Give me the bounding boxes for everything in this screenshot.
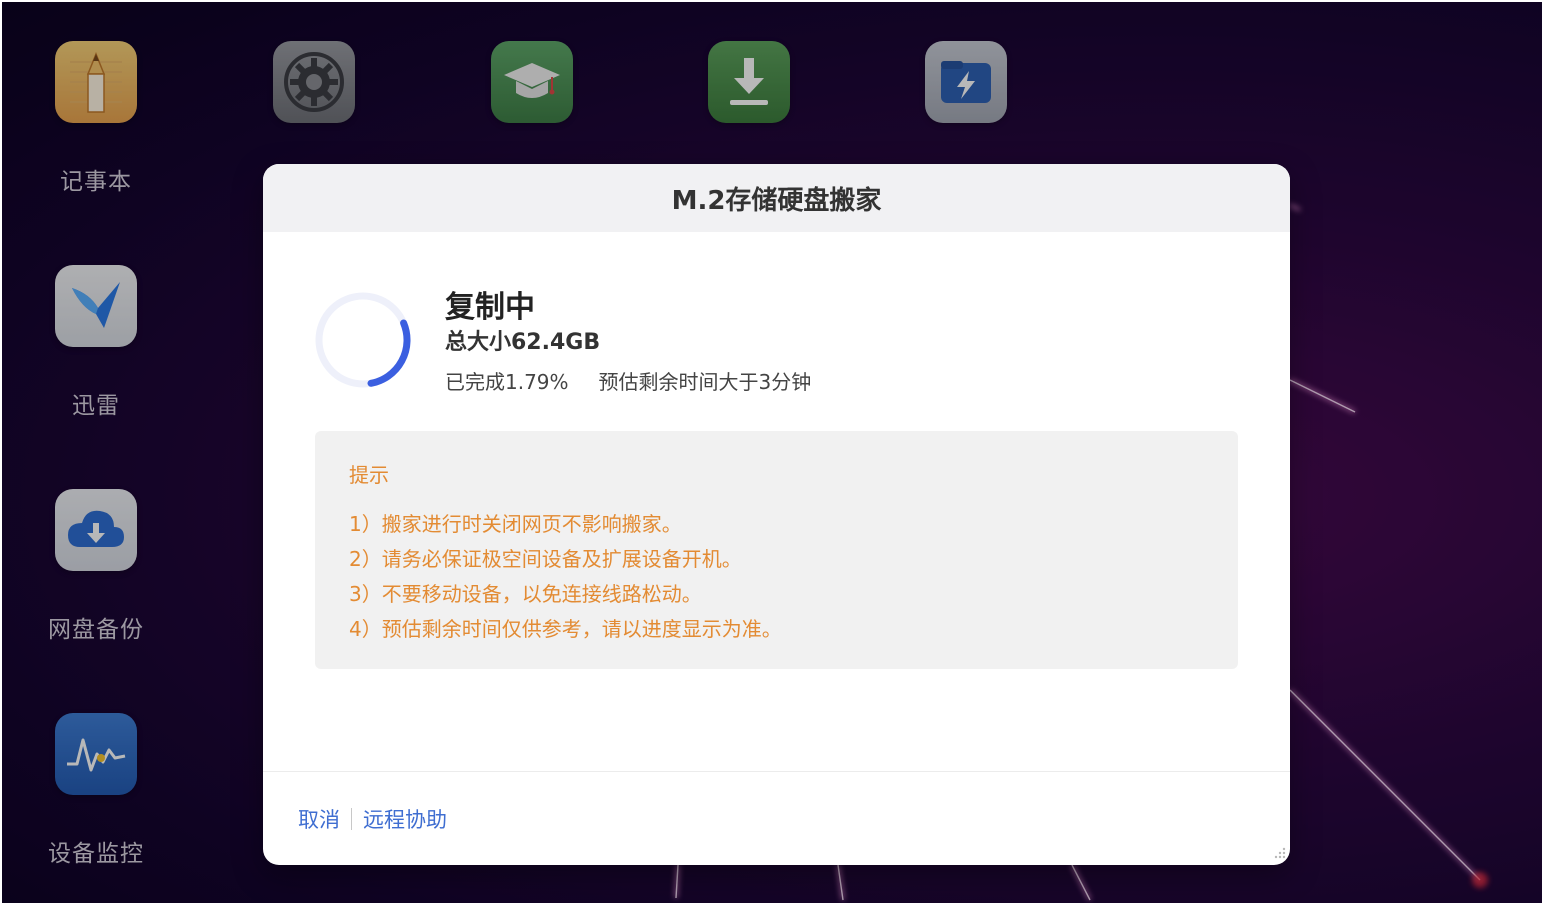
tips-list: 1）搬家进行时关闭网页不影响搬家。 2）请务必保证极空间设备及扩展设备开机。 3… [349,507,782,647]
tips-panel: 提示 1）搬家进行时关闭网页不影响搬家。 2）请务必保证极空间设备及扩展设备开机… [315,431,1238,669]
completed-percent: 已完成1.79% [445,370,569,394]
footer-separator [351,808,352,830]
dialog-title: M.2存储硬盘搬家 [671,185,882,216]
progress-info: 已完成1.79% 预估剩余时间大于3分钟 [445,366,811,395]
tip-item: 3）不要移动设备，以免连接线路松动。 [349,582,702,606]
cancel-button[interactable]: 取消 [298,804,340,834]
tip-item: 4）预估剩余时间仅供参考，请以进度显示为准。 [349,617,782,641]
m2-migration-dialog: M.2存储硬盘搬家 复制中 总大小62.4GB 已完成1.79% 预估剩余时间大于… [263,164,1290,865]
remote-help-button[interactable]: 远程协助 [363,804,447,834]
tip-item: 1）搬家进行时关闭网页不影响搬家。 [349,512,682,536]
total-size: 总大小62.4GB [445,330,601,355]
loading-spinner-icon [315,292,411,388]
dialog-header: M.2存储硬盘搬家 [263,164,1290,232]
tips-title: 提示 [349,463,389,487]
footer-divider [263,771,1290,772]
resize-grip-icon[interactable] [1272,847,1286,861]
dialog-footer: 取消 远程协助 [298,804,447,834]
remaining-time: 预估剩余时间大于3分钟 [598,370,812,394]
copy-status: 复制中 [445,290,535,325]
tip-item: 2）请务必保证极空间设备及扩展设备开机。 [349,547,742,571]
